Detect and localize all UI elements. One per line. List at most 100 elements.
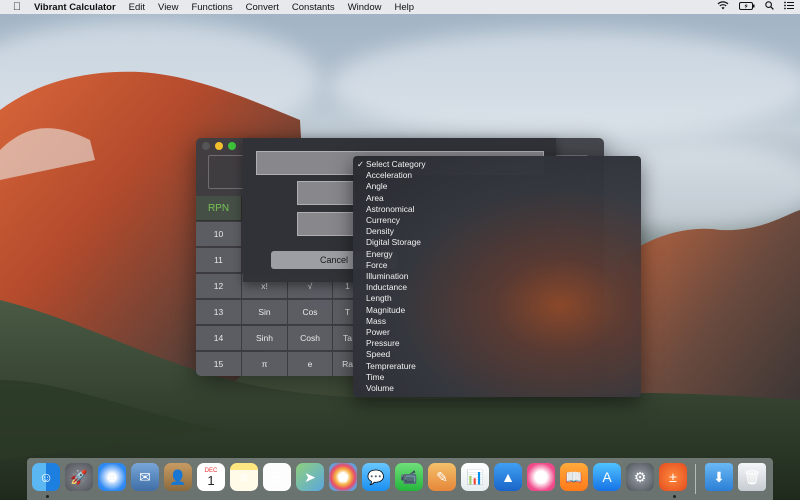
menu-app-name[interactable]: Vibrant Calculator	[34, 2, 116, 13]
category-dropdown-menu: ✓ Select Category Acceleration Angle Area Ast…	[353, 156, 641, 397]
finder-icon[interactable]: ☺	[32, 463, 60, 491]
apple-menu-icon[interactable]: 	[6, 1, 28, 13]
category-menu-item-area[interactable]: Area	[353, 193, 641, 204]
category-menu-item-temprerature[interactable]: Temprerature	[353, 361, 641, 372]
category-menu-item-label: Power	[366, 327, 390, 337]
wifi-icon[interactable]	[717, 1, 729, 13]
category-menu-item-time[interactable]: Time	[353, 372, 641, 383]
category-menu-item-pressure[interactable]: Pressure	[353, 338, 641, 349]
dock: ☺ 🚀 ⊕ ✉ 👤 DEC 1 ≡ ☰ ➤ ✿ 💬 📹 ✎ 📊 ▲ ♫ 📖 A ⚙ ± ⬇ 🗑	[27, 458, 773, 500]
category-menu-item-label: Density	[366, 226, 394, 237]
downloads-icon[interactable]: ⬇	[705, 463, 733, 491]
safari-icon[interactable]: ⊕	[98, 463, 126, 491]
close-window-icon[interactable]	[202, 142, 210, 150]
category-menu-item-energy[interactable]: Energy	[353, 249, 641, 260]
menu-bar:  Vibrant Calculator Edit View Functions…	[0, 0, 800, 14]
category-menu-item-label: Pressure	[366, 338, 400, 349]
zoom-window-icon[interactable]	[228, 142, 236, 150]
category-menu-item-astronomical[interactable]: Astronomical	[353, 204, 641, 215]
mail-icon[interactable]: ✉	[131, 463, 159, 491]
menu-convert[interactable]: Convert	[246, 2, 279, 13]
category-menu-item-acceleration[interactable]: Acceleration	[353, 170, 641, 181]
category-menu-item-select-category[interactable]: ✓ Select Category	[353, 159, 641, 170]
search-icon[interactable]	[765, 1, 774, 13]
trash-icon[interactable]: 🗑	[738, 463, 766, 491]
keynote-icon[interactable]: ▲	[494, 463, 522, 491]
category-menu-item-inductance[interactable]: Inductance	[353, 282, 641, 293]
category-menu-item-currency[interactable]: Currency	[353, 215, 641, 226]
category-menu-item-label: Area	[366, 192, 384, 203]
to-unit-field[interactable]	[297, 212, 355, 236]
from-unit-field[interactable]	[297, 181, 355, 205]
menu-view[interactable]: View	[158, 2, 178, 13]
menu-help[interactable]: Help	[394, 2, 414, 13]
notes-icon[interactable]: ≡	[230, 463, 258, 491]
messages-icon[interactable]: 💬	[362, 463, 390, 491]
category-menu-item-label: Astronomical	[366, 203, 415, 214]
launchpad-icon[interactable]: 🚀	[65, 463, 93, 491]
menu-functions[interactable]: Functions	[191, 2, 232, 13]
category-menu-item-speed[interactable]: Speed	[353, 349, 641, 360]
category-menu-item-label: Speed	[366, 349, 391, 360]
category-menu-item-label: Length	[366, 293, 392, 304]
key-14[interactable]: 14	[196, 326, 242, 351]
contacts-icon[interactable]: 👤	[164, 463, 192, 491]
menu-constants[interactable]: Constants	[292, 2, 335, 13]
key-e[interactable]: e	[288, 352, 333, 376]
checkmark-icon: ✓	[357, 159, 365, 169]
maps-icon[interactable]: ➤	[296, 463, 324, 491]
category-menu-item-label: Volume	[366, 383, 394, 393]
category-menu-item-mass[interactable]: Mass	[353, 316, 641, 327]
category-menu-item-digital-storage[interactable]: Digital Storage	[353, 237, 641, 248]
menu-edit[interactable]: Edit	[129, 2, 145, 13]
facetime-icon[interactable]: 📹	[395, 463, 423, 491]
category-menu-item-force[interactable]: Force	[353, 260, 641, 271]
key-pi[interactable]: π	[242, 352, 288, 376]
category-menu-item-label: Magnitude	[366, 304, 406, 315]
menu-window[interactable]: Window	[348, 2, 382, 13]
running-indicator	[673, 495, 676, 498]
pages-icon[interactable]: ✎	[428, 463, 456, 491]
photos-icon[interactable]: ✿	[329, 463, 357, 491]
category-menu-item-label: Force	[366, 259, 388, 270]
category-menu-item-density[interactable]: Density	[353, 226, 641, 237]
app-store-icon[interactable]: A	[593, 463, 621, 491]
category-menu-item-label: Energy	[366, 248, 393, 259]
key-13[interactable]: 13	[196, 300, 242, 325]
calendar-icon[interactable]: DEC 1	[197, 463, 225, 491]
category-menu-item-label: Inductance	[366, 282, 407, 293]
numbers-icon[interactable]: 📊	[461, 463, 489, 491]
key-sin[interactable]: Sin	[242, 300, 288, 325]
category-menu-item-label: Time	[366, 371, 385, 382]
category-menu-item-label: Mass	[366, 315, 387, 326]
category-menu-item-magnitude[interactable]: Magnitude	[353, 305, 641, 316]
key-cosh[interactable]: Cosh	[288, 326, 333, 351]
system-preferences-icon[interactable]: ⚙	[626, 463, 654, 491]
dock-separator	[695, 464, 696, 494]
category-menu-item-illumination[interactable]: Illumination	[353, 271, 641, 282]
key-sinh[interactable]: Sinh	[242, 326, 288, 351]
category-menu-item-label: Acceleration	[366, 170, 413, 181]
key-cos[interactable]: Cos	[288, 300, 333, 325]
category-menu-item-label: Digital Storage	[366, 237, 421, 248]
list-icon[interactable]	[784, 1, 794, 13]
category-menu-item-angle[interactable]: Angle	[353, 181, 641, 192]
rpn-key[interactable]: RPN	[196, 196, 242, 221]
calendar-day: 1	[207, 472, 215, 488]
key-15[interactable]: 15	[196, 352, 242, 376]
category-menu-item-volume[interactable]: Volume	[353, 383, 641, 394]
category-menu-item-power[interactable]: Power	[353, 327, 641, 338]
calculator-icon[interactable]: ±	[659, 463, 687, 491]
category-menu-item-label: Currency	[366, 215, 400, 225]
itunes-icon[interactable]: ♫	[527, 463, 555, 491]
key-12[interactable]: 12	[196, 274, 242, 299]
key-11[interactable]: 11	[196, 248, 242, 273]
ibooks-icon[interactable]: 📖	[560, 463, 588, 491]
minimize-window-icon[interactable]	[215, 142, 223, 150]
running-indicator	[46, 495, 49, 498]
key-10[interactable]: 10	[196, 222, 242, 247]
category-menu-item-length[interactable]: Length	[353, 293, 641, 304]
status-area	[717, 0, 794, 14]
reminders-icon[interactable]: ☰	[263, 463, 291, 491]
battery-icon[interactable]	[739, 1, 755, 13]
